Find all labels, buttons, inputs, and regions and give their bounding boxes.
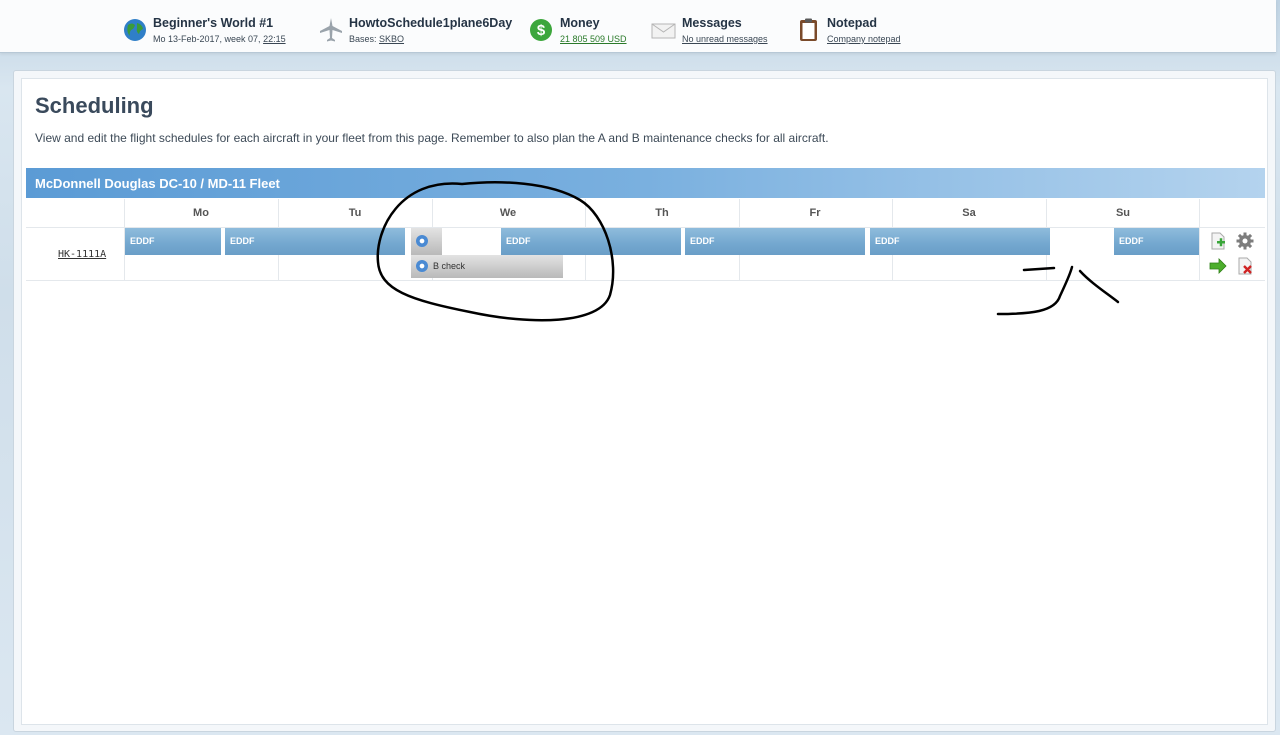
flight-label: EDDF [230,236,255,246]
messages-status-wrap: No unread messages [682,34,768,44]
world-time-link[interactable]: 22:15 [263,34,286,44]
day-header-mo: Mo [193,207,209,219]
main-panel: Scheduling View and edit the flight sche… [13,70,1276,732]
day-header-we: We [499,207,517,219]
airline-name: HowtoSchedule1plane6Day [349,16,513,30]
maintenance-gear-icon [416,260,428,272]
settings-gear-icon[interactable] [1236,232,1254,250]
content-area: Scheduling View and edit the flight sche… [21,78,1268,725]
world-name: Beginner's World #1 [153,16,274,30]
flight-label: EDDF [690,236,715,246]
messages-label: Messages [682,16,742,30]
money-amount-wrap: 21 805 509 USD [560,34,627,44]
flight-block[interactable]: EDDF [1114,228,1199,255]
flight-block[interactable]: EDDF [225,228,405,255]
b-check-block[interactable]: B check [411,255,563,278]
flight-label: EDDF [1119,236,1144,246]
airline-bases: Bases: SKBO [349,34,405,44]
flight-label: EDDF [875,236,900,246]
flight-block[interactable]: EDDF [501,228,681,255]
maintenance-marker[interactable] [411,228,442,255]
messages-status-link[interactable]: No unread messages [682,34,768,44]
notepad-label: Notepad [827,16,877,30]
fleet-header: McDonnell Douglas DC-10 / MD-11 Fleet [26,168,1265,198]
flight-label: EDDF [506,236,531,246]
schedule-grid: Mo Tu We Th Fr Sa Su HK-1111A EDDF EDDF … [26,199,1265,281]
flight-block[interactable]: EDDF [125,228,221,255]
envelope-icon [651,23,676,39]
flight-label: EDDF [130,236,155,246]
b-check-label: B check [433,261,466,271]
day-header-sa: Sa [962,207,976,219]
svg-text:$: $ [537,22,546,39]
money-amount[interactable]: 21 805 509 USD [560,34,627,44]
top-status-bar: Beginner's World #1 Mo 13-Feb-2017, week… [0,0,1276,53]
day-header-su: Su [1115,207,1131,219]
money-label: Money [560,16,600,30]
add-flight-icon[interactable] [1209,232,1227,250]
company-notepad-link[interactable]: Company notepad [827,34,901,44]
maintenance-gear-icon [416,235,428,247]
airplane-icon [320,18,342,42]
fleet-name: McDonnell Douglas DC-10 / MD-11 Fleet [35,176,280,191]
flight-block[interactable]: EDDF [685,228,865,255]
day-header-th: Th [655,207,669,219]
day-header-tu: Tu [348,207,362,219]
transfer-arrow-icon[interactable] [1209,257,1227,275]
page-title: Scheduling [35,93,154,118]
flight-block[interactable]: EDDF [870,228,1050,255]
notepad-link-wrap: Company notepad [827,34,901,44]
day-header-fr: Fr [809,207,821,219]
globe-icon [124,19,146,41]
clipboard-icon [800,18,817,41]
page-description: View and edit the flight schedules for e… [35,131,829,145]
world-date: Mo 13-Feb-2017, week 07, 22:15 [153,34,286,44]
aircraft-registration-link[interactable]: HK-1111A [58,249,106,260]
base-link[interactable]: SKBO [379,34,404,44]
delete-icon[interactable] [1236,257,1254,275]
dollar-icon: $ [530,19,552,41]
